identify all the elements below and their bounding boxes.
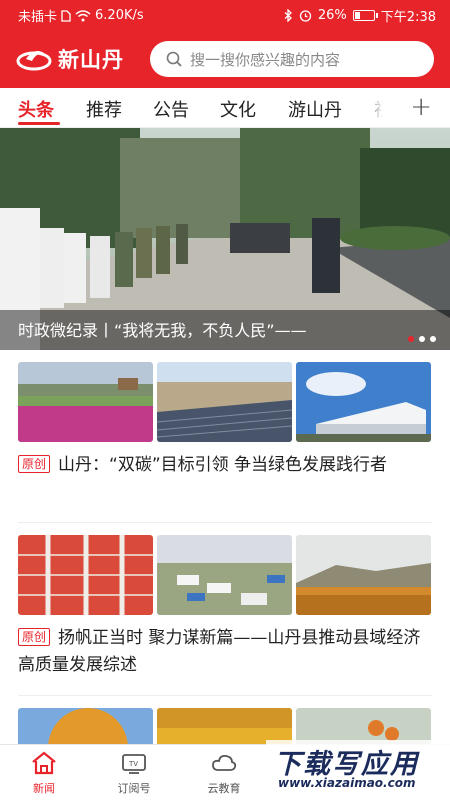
divider — [18, 695, 432, 696]
divider — [18, 522, 432, 523]
news-thumbnail — [18, 362, 153, 442]
news-thumbnail — [296, 362, 431, 442]
news-item[interactable]: 原创 山丹：“双碳”目标引领 争当绿色发展践行者 — [18, 362, 432, 479]
news-title: 原创 山丹：“双碳”目标引领 争当绿色发展践行者 — [18, 452, 432, 479]
tab-fade — [362, 94, 392, 122]
original-badge: 原创 — [18, 455, 51, 473]
tab-recommend[interactable]: 推荐 — [86, 96, 122, 122]
plus-icon[interactable]: + — [410, 92, 432, 122]
top-header: 未插卡 6.20K/s 26% 下午2:38 新山丹 搜一搜你感兴趣的内容 — [0, 0, 450, 88]
news-thumbnail — [18, 708, 153, 744]
channel-tabs: 头条 推荐 公告 文化 游山丹 视 + — [0, 88, 450, 128]
carrier-text: 未插卡 — [18, 10, 58, 25]
news-title: 原创 扬帆正当时 聚力谋新篇——山丹县推动县域经济高质量发展综述 — [18, 625, 432, 679]
status-bar: 未插卡 6.20K/s 26% 下午2:38 — [0, 0, 450, 30]
home-icon — [32, 751, 56, 775]
news-item[interactable] — [18, 708, 432, 744]
battery-percent: 26% — [317, 8, 347, 23]
carousel-dot — [408, 336, 414, 342]
cloud-icon — [212, 754, 237, 771]
news-thumbnails — [18, 362, 432, 442]
watermark: 下载写应用 www.xiazaimao.com — [266, 740, 450, 800]
logo-mark-icon — [16, 51, 52, 71]
wifi-icon — [75, 9, 91, 21]
headline-banner[interactable]: 时政微纪录丨“我将无我，不负人民”—— — [0, 128, 450, 350]
bluetooth-icon — [284, 9, 292, 22]
search-bar[interactable]: 搜一搜你感兴趣的内容 — [150, 41, 434, 77]
news-title-text: 山丹：“双碳”目标引领 争当绿色发展践行者 — [58, 455, 388, 475]
news-thumbnails — [18, 708, 432, 744]
nav-cloud-education-label: 云教育 — [207, 782, 241, 795]
svg-text:TV: TV — [128, 760, 138, 768]
nav-cloud-education[interactable]: 云教育 — [194, 751, 254, 796]
tab-announcements[interactable]: 公告 — [153, 96, 189, 122]
news-thumbnail — [157, 362, 292, 442]
nav-news-label: 新闻 — [33, 782, 55, 795]
search-icon — [166, 51, 182, 67]
battery-icon — [352, 10, 378, 21]
tab-headlines[interactable]: 头条 — [18, 96, 54, 122]
sim-icon — [61, 9, 71, 22]
clock: 下午2:38 — [380, 10, 436, 25]
news-title-text: 扬帆正当时 聚力谋新篇——山丹县推动县域经济高质量发展综述 — [18, 628, 421, 675]
carousel-dots — [408, 336, 436, 342]
original-badge: 原创 — [18, 628, 51, 646]
banner-caption: 时政微纪录丨“我将无我，不负人民”—— — [18, 321, 307, 340]
carousel-dot — [430, 336, 436, 342]
nav-subscriptions[interactable]: TV 订阅号 — [104, 751, 164, 796]
network-speed: 6.20K/s — [95, 8, 144, 23]
news-thumbnail — [296, 535, 431, 615]
news-thumbnail — [18, 535, 153, 615]
news-thumbnails — [18, 535, 432, 615]
news-thumbnail — [157, 535, 292, 615]
alarm-icon — [299, 10, 312, 22]
nav-news[interactable]: 新闻 — [14, 751, 74, 796]
news-thumbnail — [296, 708, 431, 744]
tv-icon: TV — [122, 754, 146, 774]
app-name: 新山丹 — [58, 48, 124, 72]
app-logo: 新山丹 — [16, 44, 124, 74]
watermark-url: www.xiazaimao.com — [278, 776, 416, 790]
tab-travel[interactable]: 游山丹 — [288, 96, 342, 122]
nav-subscriptions-label: 订阅号 — [117, 782, 151, 795]
news-item[interactable]: 原创 扬帆正当时 聚力谋新篇——山丹县推动县域经济高质量发展综述 — [18, 535, 432, 679]
search-placeholder: 搜一搜你感兴趣的内容 — [190, 50, 341, 69]
app-bar: 新山丹 搜一搜你感兴趣的内容 — [0, 38, 450, 82]
active-tab-indicator — [18, 122, 60, 125]
tab-culture[interactable]: 文化 — [220, 96, 256, 122]
carousel-dot — [419, 336, 425, 342]
news-thumbnail — [157, 708, 292, 744]
